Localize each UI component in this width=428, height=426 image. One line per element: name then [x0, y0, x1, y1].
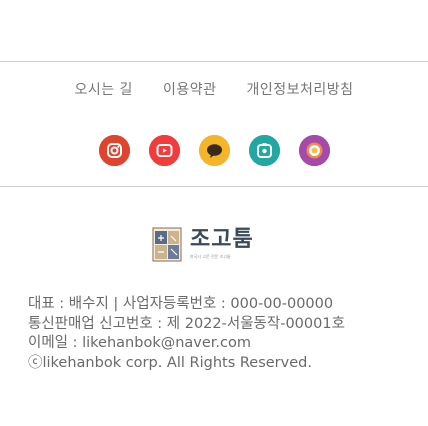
- copyright-text: ⓒlikehanbok corp. All Rights Reserved.: [28, 354, 312, 371]
- youtube-button[interactable]: [148, 135, 180, 166]
- blog-button[interactable]: [298, 135, 330, 166]
- logo-emblem-icon: [152, 227, 182, 261]
- instagram-button[interactable]: [98, 135, 130, 166]
- mail-order-registration: 통신판매업 신고번호 : 제 2022-서울동작-00001호: [28, 315, 345, 332]
- facebook-icon: [248, 135, 280, 166]
- facebook-button[interactable]: [248, 135, 280, 166]
- instagram-icon: [98, 135, 130, 166]
- blog-icon: [298, 135, 330, 166]
- terms-of-service-link[interactable]: 이용약관: [163, 79, 217, 99]
- footer-links: 오시는 길 이용약관 개인정보처리방침: [0, 79, 428, 99]
- middle-divider: [0, 186, 428, 187]
- ceo-business-number: 대표 : 배수지 | 사업자등록번호 : 000-00-00000: [28, 296, 334, 312]
- logo-title: 조고툼: [190, 226, 254, 252]
- company-info: 대표 : 배수지 | 사업자등록번호 : 000-00-00000 통신판매업 …: [28, 295, 408, 373]
- directions-link[interactable]: 오시는 길: [74, 79, 132, 99]
- social-links: [0, 135, 428, 166]
- company-logo: 조고툼 한국사 고문 전문 조고툼: [152, 223, 272, 265]
- privacy-policy-link[interactable]: 개인정보처리방침: [246, 79, 353, 99]
- top-divider: [0, 61, 428, 62]
- kakaotalk-icon: [198, 135, 230, 166]
- email-address: 이메일 : likehanbok@naver.com: [28, 335, 252, 351]
- logo-subtitle: 한국사 고문 전문 조고툼: [190, 253, 231, 259]
- kakaotalk-button[interactable]: [198, 135, 230, 166]
- youtube-icon: [148, 135, 180, 166]
